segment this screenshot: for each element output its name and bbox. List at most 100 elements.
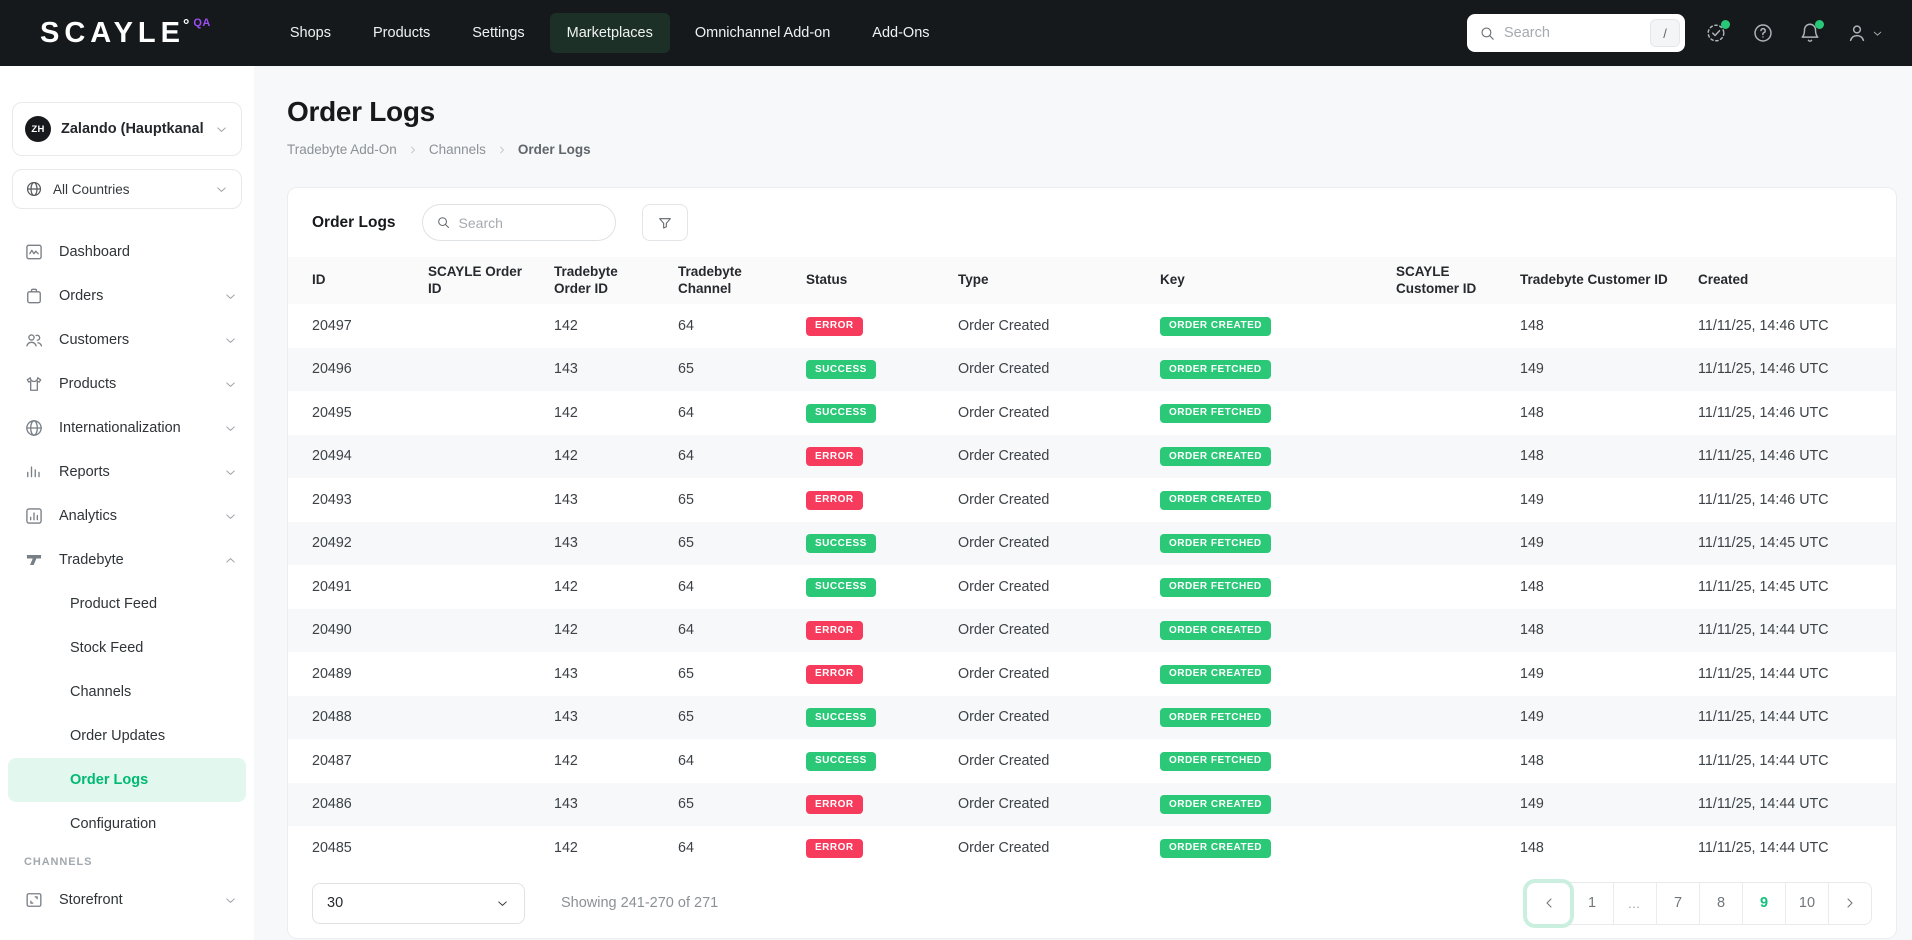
cell-tradebyte-channel: 65 (678, 491, 694, 508)
table-row[interactable]: 20489 143 65 ERROR Order Created ORDER CREATE… (288, 652, 1896, 696)
help-button[interactable] (1752, 22, 1774, 44)
table-row[interactable]: 20495 142 64 SUCCESS Order Created ORDER FETC… (288, 391, 1896, 435)
chevron-down-icon (223, 421, 238, 436)
table-row[interactable]: 20491 142 64 SUCCESS Order Created ORDER FETC… (288, 565, 1896, 609)
chevron-down-icon (223, 509, 238, 524)
cell-status: SUCCESS (794, 739, 946, 783)
nav-item-settings[interactable]: Settings (455, 13, 541, 53)
sidebar-item-partial[interactable] (0, 930, 254, 940)
pagination-prev-button[interactable] (1527, 883, 1570, 924)
analytics-icon (24, 506, 44, 526)
chevron-right-icon (1842, 895, 1858, 911)
cell-tradebyte-order-id: 142 (554, 578, 578, 595)
chevron-up-icon (223, 553, 238, 568)
table-row[interactable]: 20496 143 65 SUCCESS Order Created ORDER FETC… (288, 347, 1896, 392)
sidebar-item-customers[interactable]: Customers (0, 318, 254, 362)
key-badge: ORDER CREATED (1160, 447, 1271, 466)
sidebar-item-label: Tradebyte (59, 552, 124, 568)
cell-created: 11/11/25, 14:44 UTC (1698, 665, 1829, 682)
cell-id: 20490 (312, 622, 352, 639)
cell-key: ORDER CREATED (1148, 783, 1384, 827)
breadcrumb: Tradebyte Add-On Channels Order Logs (287, 142, 1912, 157)
cell-tradebyte-customer-id: 148 (1520, 622, 1544, 639)
cell-status: SUCCESS (794, 522, 946, 566)
cell-tradebyte-order-id: 142 (554, 752, 578, 769)
table-row[interactable]: 20492 143 65 SUCCESS Order Created ORDER FETC… (288, 521, 1896, 566)
breadcrumb-item-channels[interactable]: Channels (429, 142, 486, 157)
key-badge: ORDER CREATED (1160, 795, 1271, 814)
nav-item-products[interactable]: Products (356, 13, 447, 53)
sidebar-item-label: Orders (59, 288, 104, 304)
pagination-page-9[interactable]: 9 (1742, 882, 1785, 924)
help-icon (1752, 22, 1774, 44)
nav-item-marketplaces[interactable]: Marketplaces (549, 13, 670, 53)
sidebar-subitem-configuration[interactable]: Configuration (8, 802, 246, 846)
notifications-button[interactable] (1799, 20, 1824, 44)
table-search[interactable] (421, 204, 616, 241)
cell-tradebyte-channel: 64 (678, 839, 694, 856)
status-badge: ERROR (806, 838, 863, 858)
cell-scayle-order-id (416, 522, 542, 566)
pagination-page-10[interactable]: 10 (1785, 882, 1828, 924)
table-row[interactable]: 20494 142 64 ERROR Order Created ORDER CREATE… (288, 434, 1896, 479)
tasks-status-button[interactable] (1705, 20, 1730, 44)
nav-item-shops[interactable]: Shops (273, 13, 348, 53)
global-search-input[interactable] (1504, 25, 1642, 41)
nav-item-omnichannel-add-on[interactable]: Omnichannel Add-on (678, 13, 847, 53)
sidebar-item-dashboard[interactable]: Dashboard (0, 230, 254, 274)
sidebar-item-tradebyte[interactable]: Tradebyte (0, 538, 254, 582)
search-icon (436, 215, 451, 230)
nav-item-add-ons[interactable]: Add-Ons (855, 13, 946, 53)
cell-type: Order Created (958, 361, 1050, 378)
cell-scayle-customer-id (1384, 304, 1508, 348)
table-header-row: ID SCAYLE Order ID Tradebyte Order ID Trade… (288, 257, 1896, 304)
globe-icon (25, 180, 43, 198)
cell-status: SUCCESS (794, 348, 946, 392)
cell-scayle-customer-id (1384, 565, 1508, 609)
sidebar-item-storefront[interactable]: Storefront (0, 878, 254, 922)
sidebar-navigation: Dashboard Orders Customers Products Internat… (0, 230, 254, 940)
country-selector[interactable]: All Countries (12, 169, 242, 209)
table-row[interactable]: 20488 143 65 SUCCESS Order Created ORDER FETC… (288, 695, 1896, 740)
table-row[interactable]: 20497 142 64 ERROR Order Created ORDER CREATE… (288, 304, 1896, 348)
shop-selector[interactable]: ZH Zalando (Hauptkanal) (12, 102, 242, 156)
cell-scayle-customer-id (1384, 348, 1508, 392)
pagination-page-1[interactable]: 1 (1570, 882, 1613, 924)
sidebar-subitem-stock-feed[interactable]: Stock Feed (8, 626, 246, 670)
table-row[interactable]: 20486 143 65 ERROR Order Created ORDER CREATE… (288, 782, 1896, 827)
filter-button[interactable] (641, 204, 688, 241)
table-search-input[interactable] (458, 214, 602, 231)
sidebar-item-reports[interactable]: Reports (0, 450, 254, 494)
table-row[interactable]: 20493 143 65 ERROR Order Created ORDER CREATE… (288, 478, 1896, 522)
cell-scayle-order-id (416, 435, 542, 479)
pagination-next-button[interactable] (1828, 882, 1871, 924)
page-title: Order Logs (287, 96, 435, 127)
sidebar-item-orders[interactable]: Orders (0, 274, 254, 318)
top-navbar: SCAYLE ° QA Shops Products Settings Marketp… (0, 0, 1912, 66)
sidebar-subitem-order-updates[interactable]: Order Updates (8, 714, 246, 758)
status-dot (1815, 20, 1824, 29)
global-search[interactable]: / (1467, 14, 1685, 52)
page-size-select[interactable]: 30 (312, 882, 525, 924)
sidebar-item-analytics[interactable]: Analytics (0, 494, 254, 538)
pagination-page-8[interactable]: 8 (1699, 882, 1742, 924)
table-row[interactable]: 20487 142 64 SUCCESS Order Created ORDER FETC… (288, 739, 1896, 783)
sidebar-item-products[interactable]: Products (0, 362, 254, 406)
account-button[interactable] (1846, 22, 1884, 44)
pagination-page-7[interactable]: 7 (1656, 882, 1699, 924)
sidebar-subitem-order-logs[interactable]: Order Logs (8, 758, 246, 802)
sidebar-item-label: Reports (59, 464, 110, 480)
breadcrumb-item-tradebyte-add-on[interactable]: Tradebyte Add-On (287, 142, 397, 157)
sidebar-section-channels: CHANNELS (24, 856, 93, 868)
table-row[interactable]: 20485 142 64 ERROR Order Created ORDER CREATE… (288, 826, 1896, 870)
sidebar-subitem-product-feed[interactable]: Product Feed (8, 582, 246, 626)
sidebar-item-internationalization[interactable]: Internationalization (0, 406, 254, 450)
cell-scayle-order-id (416, 696, 542, 740)
cell-created: 11/11/25, 14:44 UTC (1698, 709, 1829, 726)
cell-status: ERROR (794, 783, 946, 827)
cell-status: ERROR (794, 652, 946, 696)
table-row[interactable]: 20490 142 64 ERROR Order Created ORDER CREATE… (288, 608, 1896, 652)
cell-tradebyte-order-id: 143 (554, 796, 578, 813)
sidebar-subitem-channels[interactable]: Channels (8, 670, 246, 714)
cell-tradebyte-channel: 64 (678, 404, 694, 421)
